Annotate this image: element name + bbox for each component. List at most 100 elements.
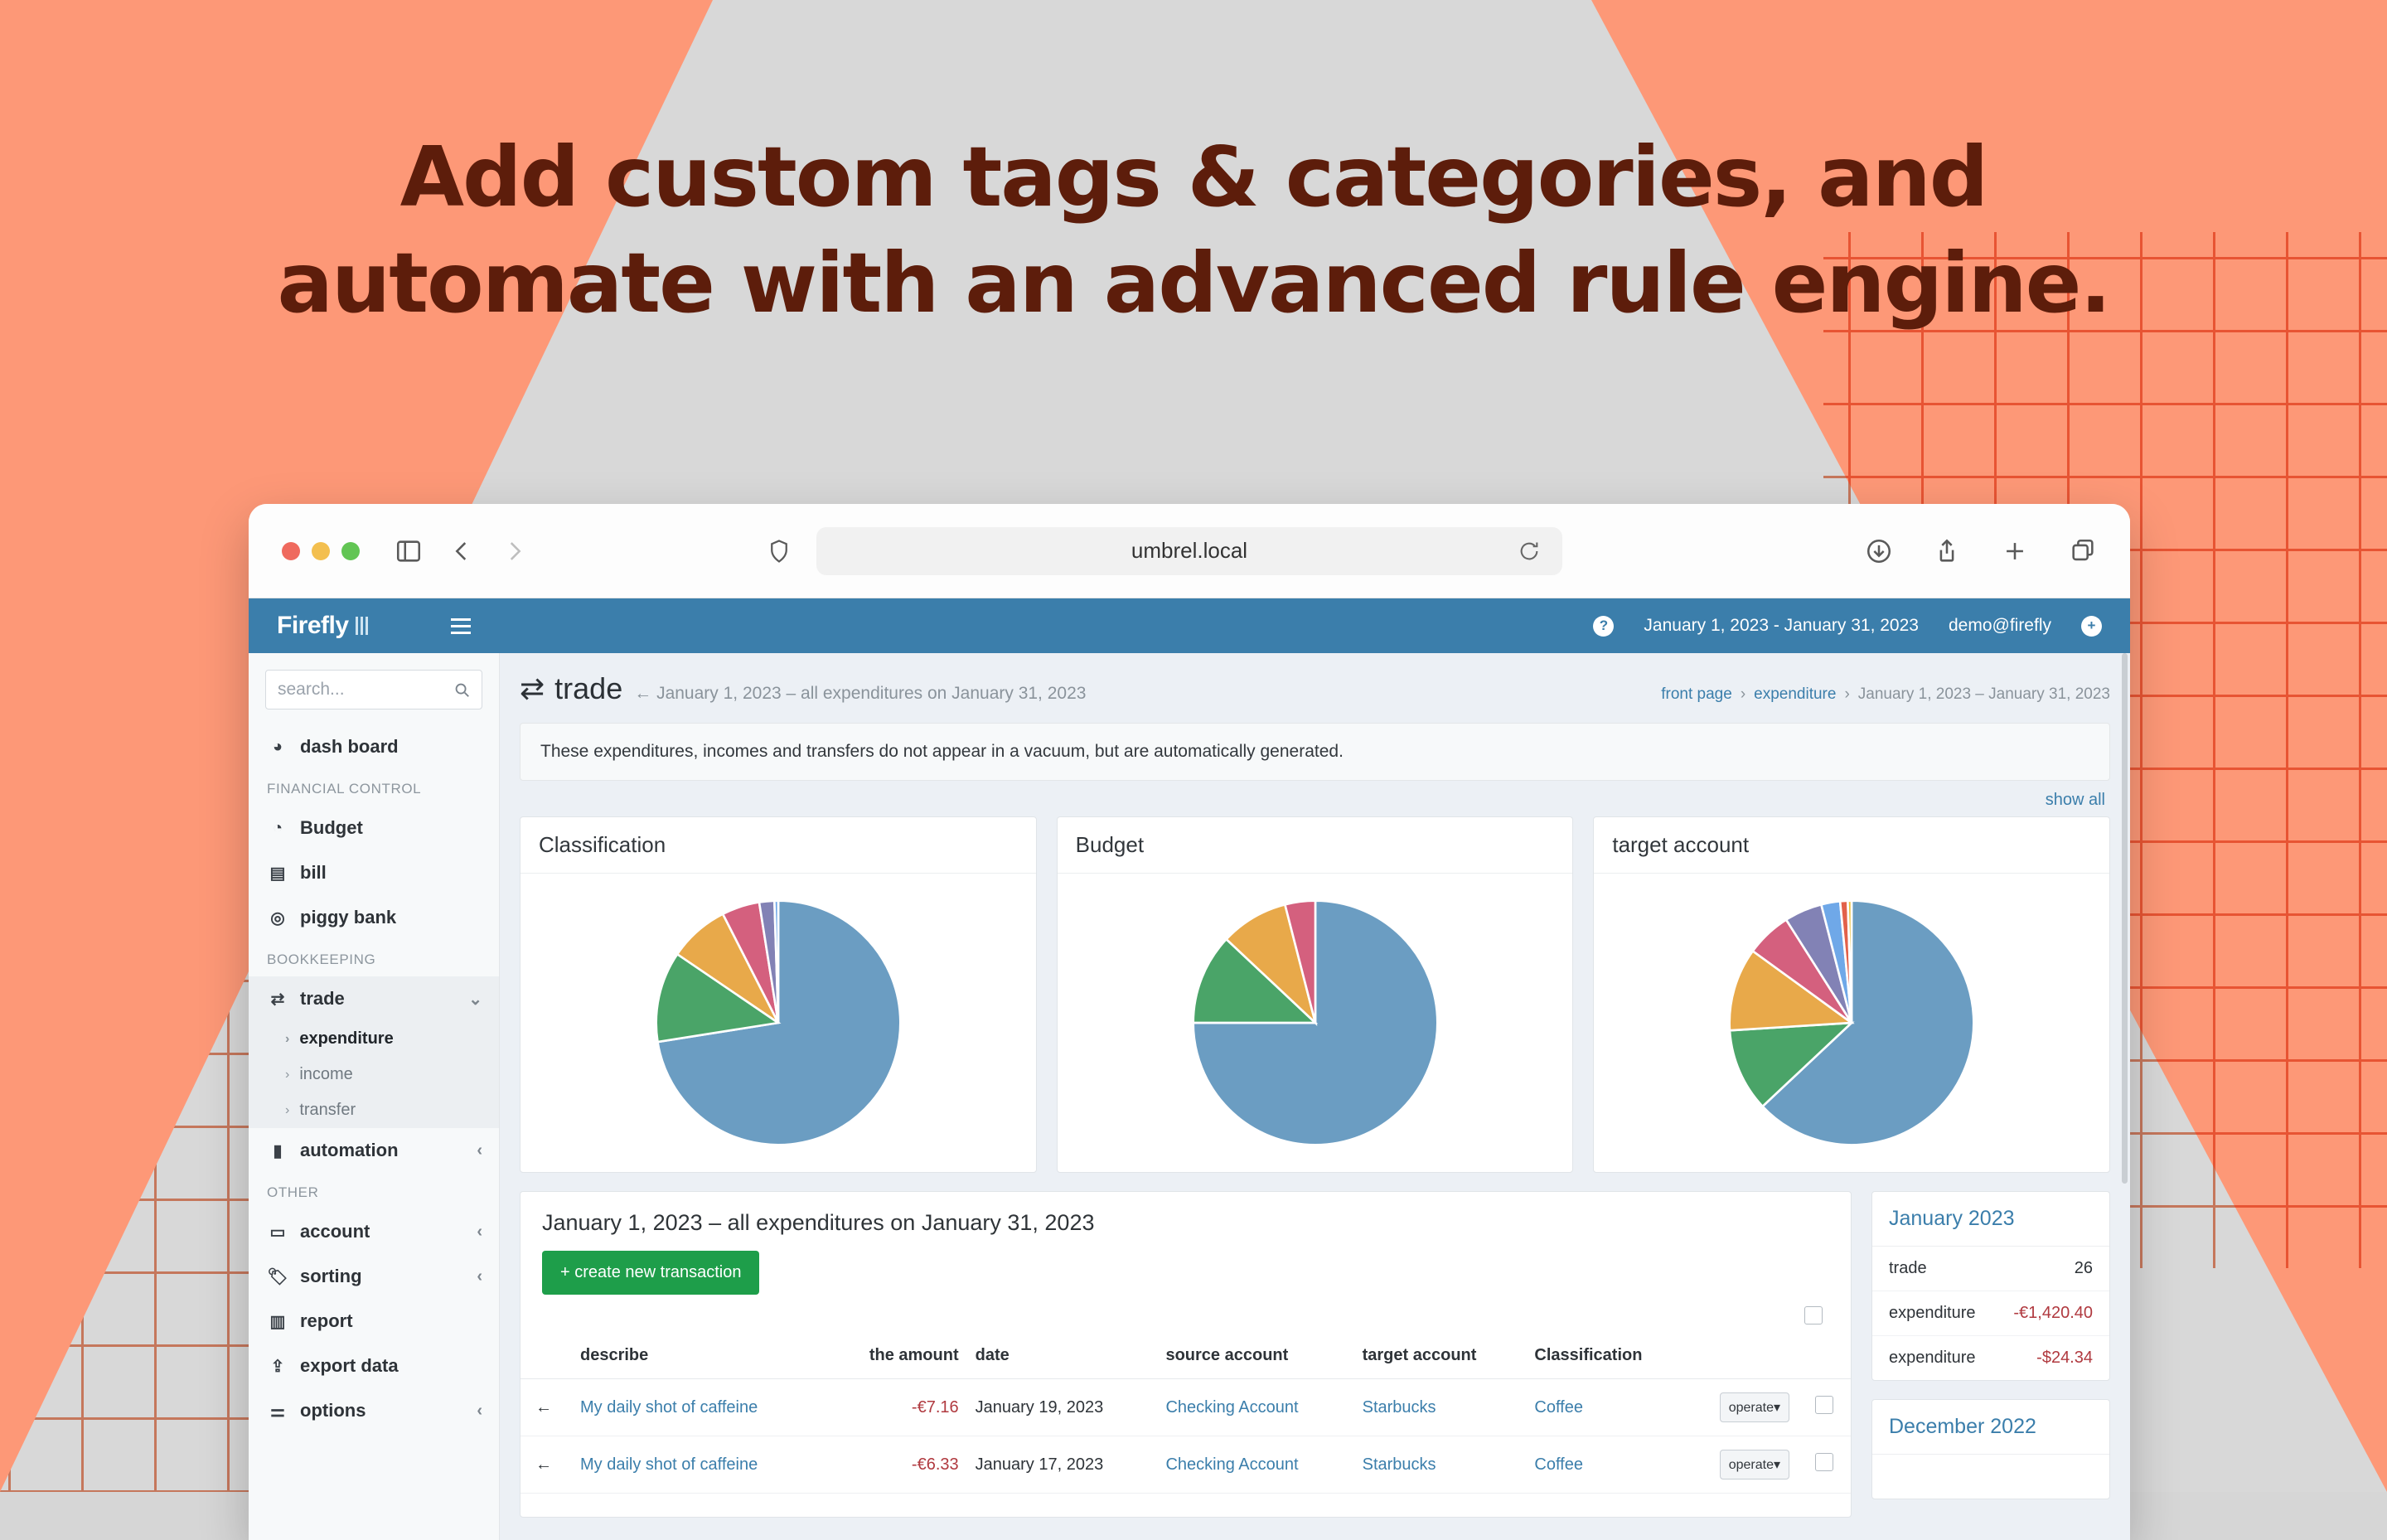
select-all-checkbox[interactable] [1804, 1306, 1823, 1324]
sidebar-item-label: dash board [300, 736, 399, 757]
summary-title: December 2022 [1872, 1400, 2109, 1455]
operate-dropdown-button[interactable]: operate▾ [1719, 1392, 1789, 1422]
plus-icon[interactable] [2001, 537, 2029, 565]
table-col-arrow [520, 1333, 572, 1379]
row-source-account: Checking Account [1157, 1436, 1354, 1494]
table-col-describe[interactable]: describe [572, 1333, 828, 1379]
search-input[interactable] [265, 670, 482, 709]
describe-link[interactable]: My daily shot of caffeine [580, 1455, 758, 1474]
app-logo[interactable]: Firefly [277, 612, 368, 640]
chart-title: target account [1594, 817, 2110, 874]
close-window-button[interactable] [282, 541, 300, 560]
source-account-link[interactable]: Checking Account [1165, 1455, 1298, 1474]
row-target-account: Starbucks [1353, 1378, 1527, 1436]
row-amount: -€6.33 [827, 1436, 967, 1494]
search-wrapper [265, 670, 482, 709]
target-account-link[interactable]: Starbucks [1363, 1455, 1436, 1474]
tag-icon: 🏷 [267, 1267, 288, 1286]
sidebar-item-bill[interactable]: ▤ bill [249, 850, 499, 895]
breadcrumb-expenditure[interactable]: expenditure [1754, 685, 1836, 704]
table-col-classification[interactable]: Classification [1526, 1333, 1690, 1379]
row-date: January 19, 2023 [966, 1378, 1158, 1436]
user-circle-icon[interactable]: + [2081, 615, 2102, 637]
tab-overview-icon[interactable] [2069, 537, 2097, 565]
sidebar-item-report[interactable]: ▥ report [249, 1299, 499, 1344]
row-describe: My daily shot of caffeine [572, 1436, 828, 1494]
pie-chart-budget[interactable] [1179, 886, 1452, 1160]
show-all-link[interactable]: show all [2046, 791, 2105, 809]
row-checkbox[interactable] [1815, 1453, 1833, 1471]
help-icon[interactable]: ? [1593, 615, 1615, 637]
table-col-source-account[interactable]: source account [1157, 1333, 1354, 1379]
chevron-right-icon: › [285, 1102, 290, 1117]
table-col-date[interactable]: date [966, 1333, 1158, 1379]
operate-dropdown-button[interactable]: operate▾ [1719, 1450, 1789, 1479]
browser-nav-group [395, 537, 529, 565]
chart-body [1594, 874, 2109, 1172]
page-header: ⇄ trade ← January 1, 2023 – all expendit… [520, 653, 2110, 711]
sidebar-item-options[interactable]: ⚌ options ‹ [249, 1388, 499, 1433]
row-operate: operate▾ [1690, 1378, 1798, 1436]
lower-row: January 1, 2023 – all expenditures on Ja… [520, 1191, 2110, 1518]
target-icon: ◎ [270, 908, 285, 927]
forward-icon[interactable] [501, 537, 529, 565]
chevron-right-icon: › [285, 1067, 290, 1082]
sidebar-item-dashboard[interactable]: ◕ dash board [249, 724, 499, 769]
upload-icon: ⇪ [270, 1357, 285, 1376]
create-button-label: create new transaction [574, 1263, 742, 1281]
user-label[interactable]: demo@firefly [1949, 616, 2051, 636]
row-checkbox[interactable] [1815, 1396, 1833, 1414]
sidebar-item-account[interactable]: ▭ account ‹ [249, 1209, 499, 1254]
shield-icon[interactable] [767, 537, 792, 565]
row-classification: Coffee [1526, 1436, 1690, 1494]
sidebar-item-transfer[interactable]: › transfer [249, 1092, 499, 1128]
sidebar-item-piggy-bank[interactable]: ◎ piggy bank [249, 895, 499, 940]
address-bar[interactable]: umbrel.local [816, 526, 1562, 575]
table-row[interactable]: ← My daily shot of caffeine -€6.33 January … [520, 1436, 1851, 1494]
sidebar-subitem-label: transfer [299, 1101, 356, 1119]
maximize-window-button[interactable] [341, 541, 360, 560]
back-icon[interactable] [448, 537, 476, 565]
sidebar-item-trade[interactable]: ⇄ trade ⌄ [249, 976, 499, 1021]
reload-icon[interactable] [1518, 540, 1541, 563]
source-account-link[interactable]: Checking Account [1165, 1398, 1298, 1417]
sidebar-item-label: Budget [300, 817, 363, 838]
classification-link[interactable]: Coffee [1534, 1455, 1583, 1474]
table-col-target-account[interactable]: target account [1353, 1333, 1527, 1379]
date-range-label[interactable]: January 1, 2023 - January 31, 2023 [1644, 616, 1919, 636]
minimize-window-button[interactable] [312, 541, 330, 560]
download-icon[interactable] [1865, 537, 1893, 565]
target-account-link[interactable]: Starbucks [1363, 1398, 1436, 1417]
describe-link[interactable]: My daily shot of caffeine [580, 1398, 758, 1417]
sidebar-toggle-icon[interactable] [395, 537, 423, 565]
chart-title: Budget [1057, 817, 1573, 874]
vertical-scrollbar[interactable] [2122, 653, 2128, 1540]
transactions-body: ← My daily shot of caffeine -€7.16 January … [520, 1378, 1851, 1494]
scrollbar-thumb[interactable] [2122, 653, 2128, 1184]
classification-link[interactable]: Coffee [1534, 1398, 1583, 1417]
table-row[interactable]: ← My daily shot of caffeine -€7.16 January … [520, 1378, 1851, 1436]
chart-card-budget: Budget [1056, 816, 1574, 1173]
pie-chart-classification[interactable] [642, 886, 915, 1160]
main-content: ⇄ trade ← January 1, 2023 – all expendit… [500, 653, 2130, 1540]
sidebar-item-budget[interactable]: ◔ Budget [249, 806, 499, 850]
sidebar-item-expenditure[interactable]: › expenditure [249, 1021, 499, 1057]
sidebar-item-automation[interactable]: ▮ automation ‹ [249, 1128, 499, 1173]
sliders-icon: ⚌ [270, 1402, 285, 1421]
sidebar-item-export-data[interactable]: ⇪ export data [249, 1344, 499, 1388]
sidebar-item-income[interactable]: › income [249, 1057, 499, 1092]
back-arrow-icon: ← [634, 684, 652, 703]
share-icon[interactable] [1933, 537, 1961, 565]
summary-card-december: December 2022 [1871, 1399, 2110, 1499]
table-col-amount[interactable]: the amount [827, 1333, 967, 1379]
create-new-transaction-button[interactable]: + create new transaction [542, 1251, 760, 1295]
pie-chart-target-account[interactable] [1715, 886, 1988, 1160]
summary-row-label: expenditure [1889, 1304, 1976, 1322]
sidebar-item-label: export data [300, 1355, 399, 1376]
sidebar-item-label: automation [300, 1140, 399, 1160]
breadcrumb-front-page[interactable]: front page [1661, 685, 1732, 704]
hamburger-icon[interactable] [450, 617, 471, 634]
sidebar: ◕ dash board FINANCIAL CONTROL ◔ Budget … [249, 653, 500, 1540]
sidebar-item-sorting[interactable]: 🏷 sorting ‹ [249, 1254, 499, 1299]
promo-headline: Add custom tags & categories, and automa… [0, 124, 2387, 337]
